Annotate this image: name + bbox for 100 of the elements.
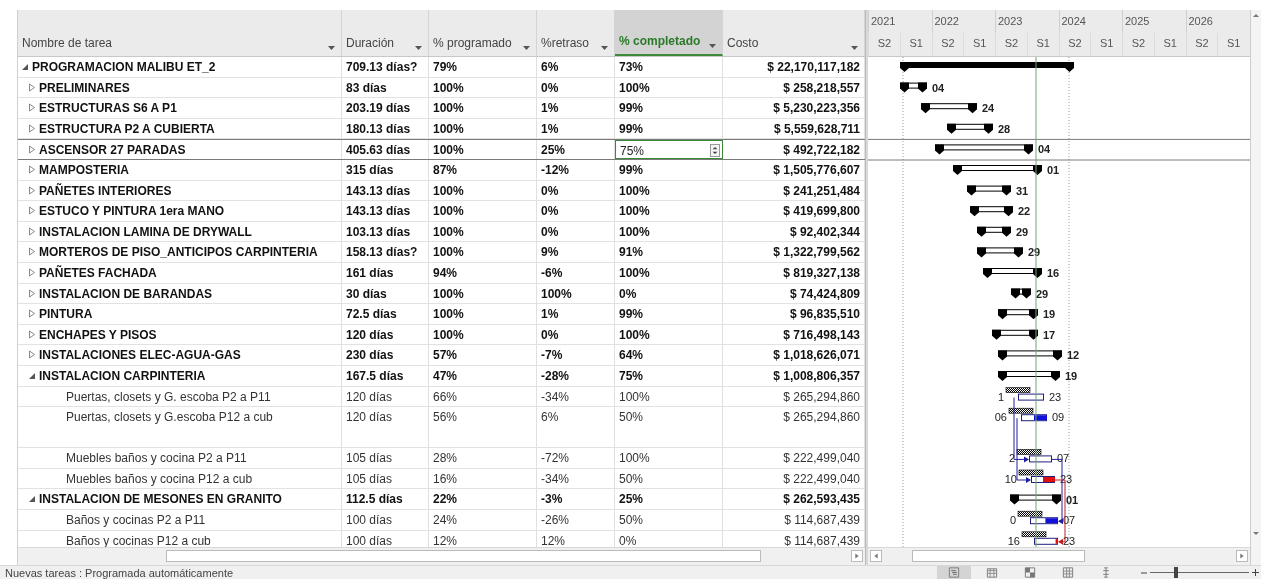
task-row[interactable]: PRELIMINARES 83 días 100% 0% 100% $ 258,218,557 — [18, 77, 865, 99]
table-cell: 100% — [433, 204, 464, 219]
task-row[interactable]: INSTALACIONES ELEC-AGUA-GAS 230 días 57% -7% 64% $ 1,018,626,071 — [18, 345, 865, 366]
task-row[interactable]: PINTURA 72.5 días 100% 1% 99% $ 96,835,510 — [18, 304, 865, 325]
task-row[interactable]: INSTALACION CARPINTERIA 167.5 días 47% -28% 75% $ 1,008,806,357 — [18, 365, 865, 387]
summary-bar[interactable] — [953, 165, 1042, 175]
task-bar[interactable] — [1017, 510, 1058, 525]
expand-triangle-icon[interactable] — [27, 206, 36, 216]
task-row[interactable]: INSTALACION DE BARANDAS 30 días 100% 100% 0% $ 74,424,809 — [18, 283, 865, 305]
summary-bar[interactable] — [1010, 494, 1061, 505]
dropdown-caret-icon — [601, 46, 608, 50]
slider-thumb[interactable] — [1173, 567, 1178, 578]
expand-triangle-icon[interactable] — [27, 185, 36, 195]
task-bar[interactable] — [1016, 449, 1052, 463]
task-row[interactable]: ESTRUCTURA P2 A CUBIERTA 180.13 días 100% 1% 99% $ 5,559,628,711 — [18, 118, 865, 140]
expand-triangle-icon[interactable] — [27, 309, 36, 319]
task-name: INSTALACIONES ELEC-AGUA-GAS — [39, 348, 241, 363]
table-cell: 100% — [619, 327, 650, 342]
summary-bar[interactable] — [967, 185, 1011, 196]
summary-bar[interactable] — [998, 371, 1060, 381]
scroll-right-icon[interactable] — [851, 550, 863, 562]
task-row[interactable]: PAÑETES INTERIORES 143.13 días 100% 0% 100% $ 241,251,484 — [18, 180, 865, 202]
task-bar[interactable] — [1021, 531, 1058, 545]
summary-bar[interactable] — [998, 309, 1038, 320]
table-cell: 99% — [619, 307, 644, 322]
horizontal-scrollbar[interactable] — [868, 547, 1250, 565]
summary-bar[interactable] — [935, 144, 1033, 155]
expand-triangle-icon[interactable] — [27, 145, 36, 155]
scrollbar-thumb[interactable] — [166, 550, 761, 562]
task-bar[interactable] — [1005, 387, 1044, 401]
summary-bar[interactable] — [983, 268, 1042, 278]
table-cell: 100% — [433, 286, 464, 301]
task-row[interactable]: ESTRUCTURAS S6 A P1 203.19 días 100% 1% 99% $ 5,230,223,356 — [18, 98, 865, 119]
task-row[interactable]: Baños y cocinas P2 a P11 100 días 24% -26% 50% $ 114,687,439 — [18, 510, 865, 531]
table-cell: 0% — [619, 286, 637, 301]
timescale-half-label: S2 — [1068, 37, 1082, 49]
table-cell: 94% — [433, 265, 458, 280]
task-bar[interactable] — [1018, 469, 1055, 483]
summary-bar[interactable] — [992, 329, 1038, 340]
summary-bar[interactable] — [900, 82, 927, 93]
task-row[interactable]: Muebles baños y cocina P12 a cub 105 días 16% -34% 50% $ 222,499,040 — [18, 468, 865, 490]
task-row[interactable]: ENCHAPES Y PISOS 120 días 100% 0% 100% $ 716,498,143 — [18, 324, 865, 346]
expand-triangle-icon[interactable] — [27, 267, 36, 277]
task-row[interactable]: MAMPOSTERIA 315 días 87% -12% 99% $ 1,505,776,607 — [18, 159, 865, 181]
expand-triangle-icon[interactable] — [27, 164, 36, 174]
column-header[interactable]: % completado — [615, 10, 723, 56]
table-cell: 100% — [619, 204, 650, 219]
scrollbar-thumb[interactable] — [912, 550, 1085, 562]
column-header[interactable]: % programado — [429, 10, 537, 56]
task-row[interactable]: ASCENSOR 27 PARADAS 405.63 días 100% 25% 75% $ 492,722,182 — [18, 139, 865, 160]
expand-triangle-icon[interactable] — [27, 82, 36, 92]
expand-triangle-icon[interactable] — [27, 226, 36, 236]
table-cell: 1% — [541, 307, 559, 322]
task-bar[interactable] — [1008, 407, 1047, 422]
task-row[interactable]: PAÑETES FACHADA 161 días 94% -6% 100% $ 819,327,138 — [18, 262, 865, 284]
task-row[interactable]: Puertas, closets y G. escoba P2 a P11 120 días 66% -34% 100% $ 265,294,860 — [18, 386, 865, 408]
column-header[interactable]: Nombre de tarea — [18, 10, 342, 56]
column-header[interactable]: Duración — [342, 10, 429, 56]
bar-date-label: 24 — [982, 102, 995, 115]
table-cell: $ 716,498,143 — [783, 327, 860, 342]
vertical-scrollbar[interactable] — [1250, 10, 1261, 565]
view-button[interactable] — [937, 566, 971, 579]
table-cell: 100% — [433, 224, 464, 239]
dropdown-caret-icon — [851, 46, 858, 50]
spin-button-icon[interactable] — [710, 144, 720, 158]
table-cell: 405.63 días — [346, 143, 411, 158]
table-cell: 180.13 días — [346, 121, 411, 136]
task-row[interactable]: ESTUCO Y PINTURA 1era MANO 143.13 días 100% 0% 100% $ 419,699,800 — [18, 201, 865, 222]
expand-triangle-icon[interactable] — [27, 350, 36, 360]
task-row[interactable]: INSTALACION LAMINA DE DRYWALL 103.13 días 100% 0% 100% $ 92,402,344 — [18, 221, 865, 243]
scroll-right-icon[interactable] — [1236, 550, 1248, 562]
percent-input-field[interactable]: 75% — [615, 140, 723, 159]
summary-bar[interactable] — [1011, 288, 1031, 299]
summary-bar[interactable] — [977, 226, 1011, 237]
task-row[interactable]: MORTEROS DE PISO_ANTICIPOS CARPINTERIA 158.13 días? 100% 9% 91% $ 1,322,799,562 — [18, 242, 865, 263]
table-cell: 79% — [433, 60, 458, 74]
expand-triangle-icon[interactable] — [27, 123, 36, 133]
summary-bar[interactable] — [900, 62, 1074, 72]
collapse-triangle-icon[interactable] — [27, 494, 36, 504]
task-name: ESTUCO Y PINTURA 1era MANO — [39, 204, 225, 219]
task-row[interactable]: PROGRAMACION MALIBU ET_2 709.13 días? 79% 6% 73% $ 22,170,117,182 — [18, 57, 865, 78]
zoom-in-icon[interactable] — [1252, 569, 1259, 576]
expand-triangle-icon[interactable] — [27, 288, 36, 298]
horizontal-scrollbar[interactable] — [18, 547, 865, 565]
summary-bar[interactable] — [921, 103, 977, 114]
expand-triangle-icon[interactable] — [27, 103, 36, 113]
task-row[interactable]: INSTALACION DE MESONES EN GRANITO 112.5 días 22% -3% 25% $ 262,593,435 — [18, 489, 865, 511]
summary-bar[interactable] — [947, 123, 993, 134]
summary-bar[interactable] — [977, 247, 1023, 258]
task-row[interactable]: Puertas, closets y G.escoba P12 a cub 120 días 56% 6% 50% $ 265,294,860 — [18, 407, 865, 449]
summary-bar[interactable] — [970, 206, 1013, 217]
collapse-triangle-icon[interactable] — [20, 62, 29, 71]
table-cell: $ 1,018,626,071 — [773, 348, 860, 363]
expand-triangle-icon[interactable] — [27, 247, 36, 257]
scroll-left-icon[interactable] — [870, 550, 882, 562]
summary-bar[interactable] — [998, 350, 1062, 361]
task-name: PAÑETES INTERIORES — [39, 183, 172, 198]
table-cell: 1% — [541, 121, 559, 136]
task-row[interactable]: Muebles baños y cocina P2 a P11 105 días 28% -72% 100% $ 222,499,040 — [18, 448, 865, 469]
expand-triangle-icon[interactable] — [27, 329, 36, 339]
